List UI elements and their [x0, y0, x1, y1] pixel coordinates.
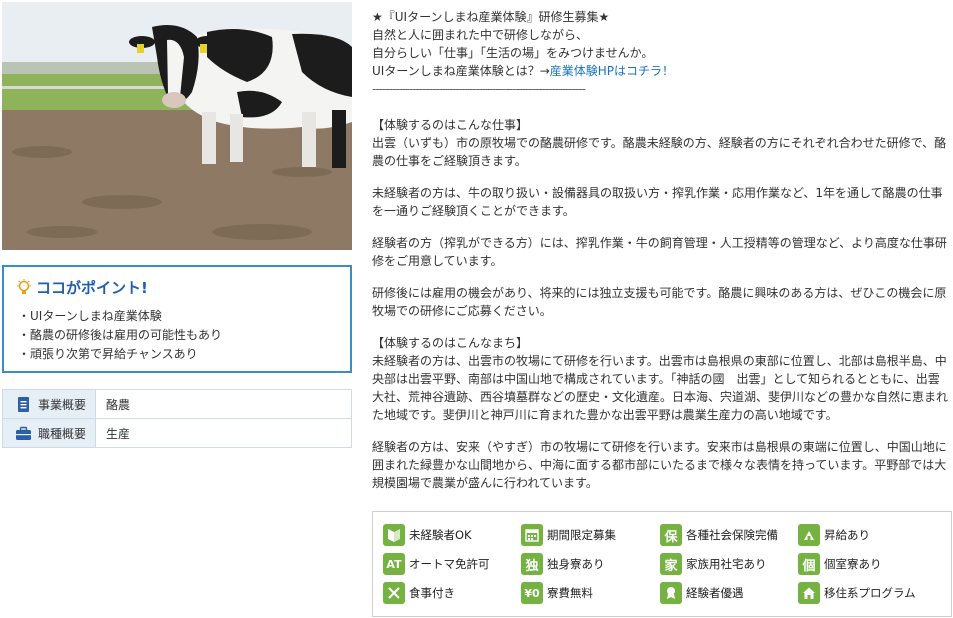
briefcase-icon	[16, 426, 31, 440]
info-value: 生産	[95, 418, 352, 448]
point-title: ココがポイント!	[16, 277, 148, 298]
free-dorm-icon: ¥0	[521, 582, 543, 604]
intro-link-line: UIターンしまね産業体験とは？→産業体験HPはコチラ！	[372, 62, 948, 80]
feature-item: 個 個室寮あり	[798, 553, 882, 575]
point-title-text: ココがポイント!	[36, 279, 148, 297]
point-box: ココがポイント! UIターンしまね産業体験 酪農の研修後は雇用の可能性もあり 頑…	[2, 265, 352, 373]
private-room-icon: 個	[798, 553, 820, 575]
divider: ----------------------------------------…	[372, 82, 586, 96]
feature-item: 未経験者OK	[383, 524, 472, 546]
feature-item: AT オートマ免許可	[383, 553, 490, 575]
feature-label: 昇給あり	[824, 528, 870, 542]
feature-label: 経験者優遇	[686, 586, 744, 600]
info-label: 職種概要	[38, 426, 87, 441]
point-list: UIターンしまね産業体験 酪農の研修後は雇用の可能性もあり 頑張り次第で昇給チャ…	[18, 307, 222, 364]
point-item: 酪農の研修後は雇用の可能性もあり	[18, 326, 222, 345]
automatic-license-icon: AT	[383, 553, 405, 575]
town-heading: 【体験するのはこんなまち】	[372, 336, 529, 350]
point-item: 頑張り次第で昇給チャンスあり	[18, 345, 222, 364]
family-housing-icon: 家	[660, 553, 682, 575]
feature-item: 食事付き	[383, 582, 455, 604]
feature-label: 寮費無料	[547, 586, 593, 600]
feature-item: 保 各種社会保険完備	[660, 524, 778, 546]
work-paragraph: 研修後には雇用の機会があり、将来的には独立支援も可能です。酪農に興味のある方は、…	[372, 286, 947, 318]
raise-icon	[798, 524, 820, 546]
feature-label: 期間限定募集	[547, 528, 616, 542]
info-row-job: 職種概要 生産	[2, 418, 352, 448]
experienced-icon	[660, 582, 682, 604]
intro-title: ★『UIターンしまね産業体験』研修生募集★	[372, 10, 610, 24]
relocation-icon	[798, 582, 820, 604]
feature-label: 未経験者OK	[409, 528, 472, 542]
info-value: 酪農	[95, 389, 352, 419]
feature-item: 独 独身寮あり	[521, 553, 605, 575]
intro-line: 自然と人に囲まれた中で研修しながら、	[372, 28, 589, 42]
work-paragraph: 経験者の方（搾乳ができる方）には、搾乳作業・牛の飼育管理・人工授精等の管理など、…	[372, 236, 947, 268]
feature-item: 期間限定募集	[521, 524, 616, 546]
feature-label: 家族用社宅あり	[686, 557, 767, 571]
document-icon	[18, 396, 29, 412]
feature-label: オートマ免許可	[409, 557, 490, 571]
info-row-business: 事業概要 酪農	[2, 389, 352, 419]
info-label: 事業概要	[38, 397, 87, 412]
calendar-icon	[521, 524, 543, 546]
feature-item: 経験者優遇	[660, 582, 744, 604]
work-paragraph: 未経験者の方は、牛の取り扱い・設備器具の取扱い方・搾乳作業・応用作業など、1年を…	[372, 186, 943, 218]
point-item: UIターンしまね産業体験	[18, 307, 222, 326]
industry-hp-link[interactable]: 産業体験HPはコチラ！	[550, 64, 674, 78]
feature-label: 移住系プログラム	[824, 586, 916, 600]
feature-item: 移住系プログラム	[798, 582, 916, 604]
work-heading: 【体験するのはこんな仕事】	[372, 118, 529, 132]
insurance-icon: 保	[660, 524, 682, 546]
work-paragraph: 出雲（いずも）市の原牧場での酪農研修です。酪農未経験の方、経験者の方にそれぞれ合…	[372, 136, 947, 168]
info-table: 事業概要 酪農 職種概要 生産	[2, 389, 352, 448]
meal-icon	[383, 582, 405, 604]
feature-item: ¥0 寮費無料	[521, 582, 593, 604]
description: ★『UIターンしまね産業体験』研修生募集★ 自然と人に囲まれた中で研修しながら、…	[372, 8, 948, 492]
feature-item: 昇給あり	[798, 524, 870, 546]
feature-label: 食事付き	[409, 586, 455, 600]
intro-line: 自分らしい「仕事」「生活の場」をみつけませんか。	[372, 46, 654, 60]
town-paragraph: 経験者の方は、安来（やすぎ）市の牧場にて研修を行います。安来市は島根県の東端に位…	[372, 440, 947, 490]
features-panel: 未経験者OK 期間限定募集 保 各種社会保険完備 昇給あり AT オートマ免許可…	[372, 511, 952, 617]
beginner-icon	[383, 524, 405, 546]
cow-photo	[2, 2, 352, 250]
feature-label: 独身寮あり	[547, 557, 605, 571]
lightbulb-icon	[17, 278, 31, 294]
single-dorm-icon: 独	[521, 553, 543, 575]
feature-label: 個室寮あり	[824, 557, 882, 571]
intro-link-prefix: UIターンしまね産業体験とは？→	[372, 64, 550, 78]
feature-item: 家 家族用社宅あり	[660, 553, 767, 575]
town-paragraph: 未経験者の方は、出雲市の牧場にて研修を行います。出雲市は島根県の東部に位置し、北…	[372, 354, 949, 422]
feature-label: 各種社会保険完備	[686, 528, 778, 542]
